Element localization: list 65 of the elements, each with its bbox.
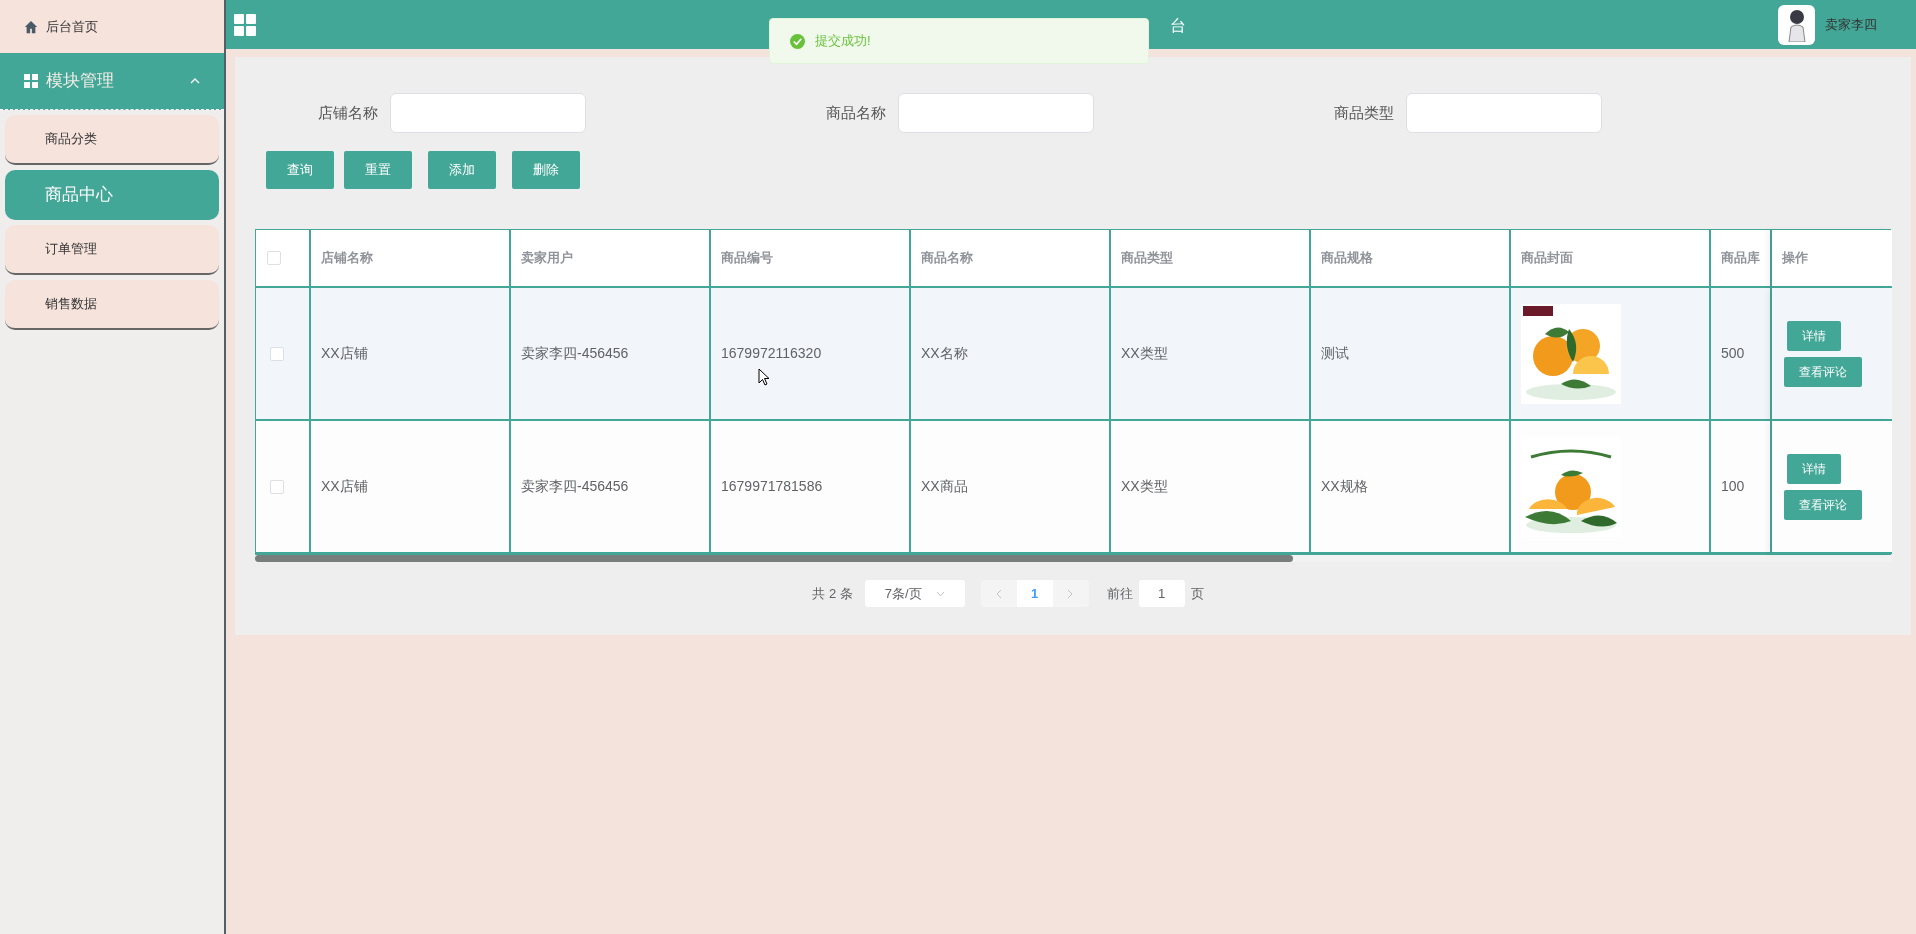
table-cell-text: 卖家李四-456456 (521, 344, 629, 363)
user-name: 卖家李四 (1825, 15, 1877, 34)
field-label: 商品名称 (826, 102, 886, 123)
avatar (1778, 4, 1815, 45)
home-icon (24, 19, 38, 34)
table-cell-text: XX店铺 (321, 477, 368, 496)
table-cell-text: XX名称 (921, 344, 968, 363)
grid-icon (24, 74, 38, 88)
table-cell-text: XX商品 (921, 477, 968, 496)
menu-group[interactable]: 模块管理 (0, 53, 224, 110)
column-header: 卖家用户 (521, 249, 573, 268)
table-cell-text: XX规格 (1321, 477, 1368, 496)
row-action-button[interactable]: 查看评论 (1784, 489, 1862, 520)
goto-suffix: 页 (1190, 584, 1204, 603)
submenu-item[interactable]: 销售数据 (5, 280, 219, 330)
page-input[interactable]: 1 (1138, 580, 1185, 607)
column-header: 店铺名称 (321, 249, 373, 268)
table-cell-text: 500 (1721, 344, 1745, 363)
action-button[interactable]: 重置 (344, 151, 412, 189)
toast-message: 提交成功! (815, 32, 871, 51)
checkbox[interactable] (270, 479, 284, 494)
table-cell-text: 1679971781586 (721, 477, 823, 496)
column-header: 商品名称 (921, 249, 973, 268)
cursor-icon (758, 368, 770, 386)
submenu-item[interactable]: 订单管理 (5, 225, 219, 275)
scrollbar-thumb[interactable] (255, 555, 1293, 562)
field-label: 店铺名称 (318, 102, 378, 123)
column-header: 商品封面 (1521, 249, 1573, 268)
table-cell-text: 卖家李四-456456 (521, 477, 629, 496)
table-cell-text: 100 (1721, 477, 1745, 496)
menu-group-label: 模块管理 (46, 70, 115, 93)
page-size-select[interactable]: 7条/页 (864, 580, 965, 607)
table-cell-text: XX类型 (1121, 344, 1168, 363)
action-button[interactable]: 查询 (266, 151, 334, 189)
column-header: 商品规格 (1321, 249, 1373, 268)
submenu-item[interactable]: 商品中心 (5, 170, 219, 220)
table-cell-text: 1679972116320 (721, 344, 822, 363)
table-cell-text: XX店铺 (321, 344, 368, 363)
table-cell-text: 测试 (1321, 344, 1349, 363)
row-action-button[interactable]: 详情 (1787, 453, 1841, 484)
home-menu-item[interactable]: 后台首页 (0, 0, 224, 53)
menu-icon[interactable] (234, 13, 256, 36)
goto-label: 前往 (1106, 584, 1133, 603)
text-field[interactable] (390, 93, 586, 133)
submenu-item[interactable]: 商品分类 (5, 115, 219, 165)
action-button[interactable]: 删除 (512, 151, 580, 189)
column-header: 商品库 (1721, 249, 1760, 268)
page-size-value: 7条/页 (884, 584, 922, 603)
total-count: 共 2 条 (812, 584, 853, 603)
column-header: 操作 (1782, 249, 1808, 268)
checkbox[interactable] (267, 251, 281, 265)
action-button[interactable]: 添加 (428, 151, 496, 189)
checkbox[interactable] (270, 346, 284, 361)
table-cell-text: XX类型 (1121, 477, 1168, 496)
text-field[interactable] (1406, 93, 1602, 133)
chevron-icon (935, 590, 945, 597)
column-header: 商品类型 (1121, 249, 1173, 268)
row-action-button[interactable]: 详情 (1787, 320, 1841, 351)
text-field[interactable] (898, 93, 1094, 133)
page-number[interactable]: 1 (1016, 580, 1053, 607)
field-label: 商品类型 (1334, 102, 1394, 123)
check-circle-icon (790, 33, 805, 49)
header-title: 台 (1170, 16, 1186, 36)
column-header: 商品编号 (721, 249, 773, 268)
row-action-button[interactable]: 查看评论 (1784, 356, 1862, 387)
